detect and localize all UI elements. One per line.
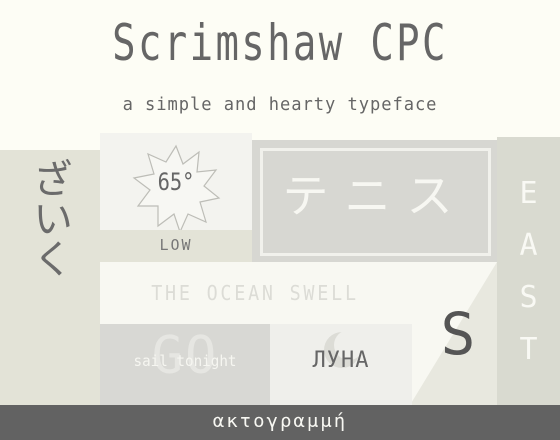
footer-text: ακτογραμμή	[212, 410, 348, 432]
moon-text: ЛУНА	[312, 348, 370, 373]
low-label: LOW	[159, 236, 193, 254]
sail-text: sail tonight	[133, 352, 237, 370]
s-letter: S	[440, 300, 476, 368]
ocean-text: THE OCEAN SWELL	[151, 281, 359, 305]
page-title: Scrimshaw CPC	[112, 14, 448, 72]
tennis-text: テニス	[282, 169, 469, 223]
page-subtitle: a simple and hearty typeface	[122, 94, 438, 115]
temperature-value: 65°	[157, 168, 195, 196]
left-kana-text: ざいく	[26, 158, 72, 278]
east-text: E A S T	[519, 176, 538, 367]
